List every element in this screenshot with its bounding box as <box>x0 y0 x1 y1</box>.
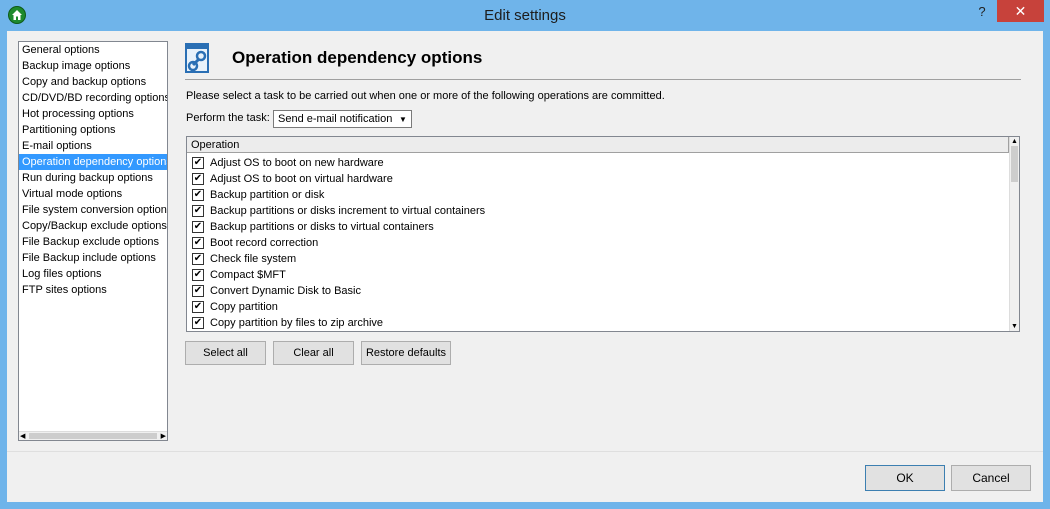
table-row[interactable]: ✔ Backup partition or disk <box>187 187 1009 203</box>
ok-button[interactable]: OK <box>865 465 945 491</box>
task-dropdown-value: Send e-mail notification <box>278 113 393 125</box>
operation-checkbox[interactable]: ✔ <box>192 285 204 297</box>
table-row[interactable]: ✔ Boot record correction <box>187 235 1009 251</box>
operation-label: Adjust OS to boot on virtual hardware <box>210 173 393 185</box>
operation-checkbox[interactable]: ✔ <box>192 173 204 185</box>
operation-checkbox[interactable]: ✔ <box>192 237 204 249</box>
operation-label: Backup partitions or disks to virtual co… <box>210 221 434 233</box>
table-row[interactable]: ✔ Backup partitions or disks to virtual c… <box>187 219 1009 235</box>
nav-item[interactable]: Backup image options <box>19 58 167 74</box>
nav-item[interactable]: File Backup exclude options <box>19 234 167 250</box>
help-button[interactable]: ? <box>967 0 997 22</box>
task-label: Perform the task: <box>186 112 270 124</box>
nav-item[interactable]: Run during backup options <box>19 170 167 186</box>
operation-label: Boot record correction <box>210 237 319 249</box>
operation-checkbox[interactable]: ✔ <box>192 221 204 233</box>
operation-label: Backup partition or disk <box>210 189 325 201</box>
operation-checkbox[interactable]: ✔ <box>192 205 204 217</box>
operation-label: Adjust OS to boot on new hardware <box>210 157 384 169</box>
table-row[interactable]: ✔ Convert Dynamic Disk to Basic <box>187 283 1009 299</box>
title-bar[interactable]: Edit settings ? ✕ <box>0 0 1050 31</box>
nav-item[interactable]: CD/DVD/BD recording options <box>19 90 167 106</box>
operation-label: Check file system <box>210 253 297 265</box>
scroll-right-icon[interactable]: ▶ <box>161 432 166 440</box>
select-all-button[interactable]: Select all <box>185 341 266 365</box>
operation-checkbox[interactable]: ✔ <box>192 317 204 329</box>
nav-item[interactable]: Copy and backup options <box>19 74 167 90</box>
settings-category-list[interactable]: General options Backup image options Copy … <box>18 41 168 441</box>
restore-defaults-button[interactable]: Restore defaults <box>361 341 451 365</box>
table-row[interactable]: ✔ Check file system <box>187 251 1009 267</box>
grid-vertical-scrollbar[interactable]: ▲ ▼ <box>1009 137 1019 331</box>
close-button[interactable]: ✕ <box>997 0 1044 22</box>
table-row[interactable]: ✔ Compact $MFT <box>187 267 1009 283</box>
scroll-thumb[interactable] <box>29 433 157 439</box>
edit-settings-window: Edit settings ? ✕ General options Backup … <box>0 0 1050 509</box>
column-header-operation[interactable]: Operation <box>187 137 1009 153</box>
operation-label: Copy partition <box>210 301 278 313</box>
scroll-down-icon[interactable]: ▼ <box>1011 322 1018 331</box>
scroll-left-icon[interactable]: ◀ <box>20 432 25 440</box>
nav-item[interactable]: Copy/Backup exclude options <box>19 218 167 234</box>
nav-item[interactable]: File Backup include options <box>19 250 167 266</box>
title-divider <box>185 79 1021 80</box>
operation-checkbox[interactable]: ✔ <box>192 189 204 201</box>
page-title: Operation dependency options <box>232 48 483 67</box>
chevron-down-icon[interactable]: ▼ <box>396 112 410 126</box>
dialog-client: General options Backup image options Copy … <box>7 31 1043 502</box>
operation-checkbox[interactable]: ✔ <box>192 157 204 169</box>
nav-item[interactable]: Partitioning options <box>19 122 167 138</box>
nav-item[interactable]: General options <box>19 42 167 58</box>
operation-checkbox[interactable]: ✔ <box>192 269 204 281</box>
clear-all-button[interactable]: Clear all <box>273 341 354 365</box>
nav-item[interactable]: Log files options <box>19 266 167 282</box>
cancel-button[interactable]: Cancel <box>951 465 1031 491</box>
nav-item[interactable]: Virtual mode options <box>19 186 167 202</box>
table-row[interactable]: ✔ Copy partition <box>187 299 1009 315</box>
operation-checkbox[interactable]: ✔ <box>192 301 204 313</box>
nav-item[interactable]: File system conversion options <box>19 202 167 218</box>
operation-label: Convert Dynamic Disk to Basic <box>210 285 361 297</box>
scroll-thumb[interactable] <box>1011 146 1018 182</box>
window-title: Edit settings <box>484 7 566 24</box>
nav-item[interactable]: E-mail options <box>19 138 167 154</box>
nav-horizontal-scrollbar[interactable]: ◀ ▶ <box>19 431 167 440</box>
table-row[interactable]: ✔ Backup partitions or disks increment to… <box>187 203 1009 219</box>
instruction-text: Please select a task to be carried out w… <box>186 90 665 102</box>
table-row[interactable]: ✔ Copy partition by files to zip archive <box>187 315 1009 331</box>
operations-grid[interactable]: Operation ✔ Adjust OS to boot on new hard… <box>186 136 1020 332</box>
nav-item[interactable]: FTP sites options <box>19 282 167 298</box>
operation-dependency-icon <box>185 43 215 75</box>
table-row[interactable]: ✔ Adjust OS to boot on new hardware <box>187 155 1009 171</box>
task-dropdown[interactable]: Send e-mail notification ▼ <box>273 110 412 128</box>
table-row[interactable]: ✔ Adjust OS to boot on virtual hardware <box>187 171 1009 187</box>
operation-label: Backup partitions or disks increment to … <box>210 205 486 217</box>
operation-checkbox[interactable]: ✔ <box>192 253 204 265</box>
operation-label: Copy partition by files to zip archive <box>210 317 384 329</box>
scroll-up-icon[interactable]: ▲ <box>1011 137 1018 146</box>
nav-item[interactable]: Hot processing options <box>19 106 167 122</box>
nav-item[interactable]: Operation dependency options <box>19 154 167 170</box>
operation-label: Compact $MFT <box>210 269 286 281</box>
